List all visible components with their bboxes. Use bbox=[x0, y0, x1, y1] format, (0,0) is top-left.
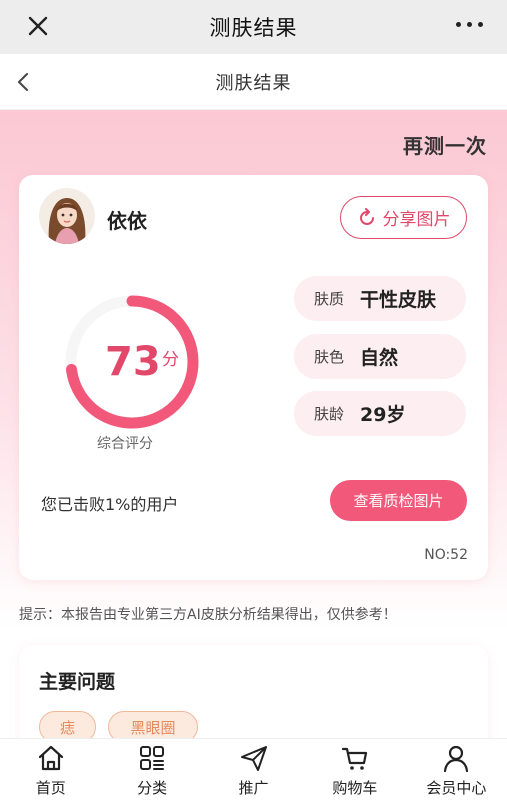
refresh-icon bbox=[359, 207, 374, 225]
page-title: 测肤结果 bbox=[215, 72, 292, 94]
back-arrow-icon[interactable] bbox=[16, 72, 30, 92]
retest-button[interactable]: 再测一次 bbox=[403, 130, 487, 159]
skin-tone-label: 肤色 bbox=[314, 348, 345, 366]
record-number: NO:52 bbox=[424, 547, 468, 563]
more-icon[interactable] bbox=[456, 22, 483, 27]
send-icon bbox=[240, 746, 267, 771]
skin-type-pill: 肤质 干性皮肤 bbox=[294, 276, 466, 321]
tab-category-label: 分类 bbox=[137, 779, 168, 797]
tab-category[interactable]: 分类 bbox=[101, 739, 202, 805]
main-issues-card: 主要问题 痣 黑眼圈 bbox=[19, 645, 488, 738]
skin-type-label: 肤质 bbox=[314, 290, 345, 308]
result-content: 再测一次 依依 分享图片 73 分 综合评分 肤质 干性皮肤 肤色 自然 肤龄 … bbox=[0, 110, 507, 738]
main-issues-title: 主要问题 bbox=[39, 671, 116, 693]
result-card: 依依 分享图片 73 分 综合评分 肤质 干性皮肤 肤色 自然 肤龄 29岁 您… bbox=[19, 175, 488, 580]
tab-cart-label: 购物车 bbox=[332, 779, 378, 797]
skin-age-pill: 肤龄 29岁 bbox=[294, 391, 466, 436]
skin-age-value: 29岁 bbox=[360, 404, 406, 426]
score-value: 73 bbox=[105, 339, 161, 385]
avatar bbox=[39, 188, 95, 244]
category-icon bbox=[140, 746, 165, 770]
close-icon[interactable] bbox=[24, 12, 52, 40]
tab-home-label: 首页 bbox=[35, 779, 66, 797]
tab-promotion-label: 推广 bbox=[238, 779, 269, 797]
tab-member-center-label: 会员中心 bbox=[426, 779, 487, 797]
view-check-images-button[interactable]: 查看质检图片 bbox=[330, 480, 467, 521]
share-image-button[interactable]: 分享图片 bbox=[340, 196, 467, 239]
home-icon bbox=[38, 745, 63, 771]
tab-home[interactable]: 首页 bbox=[0, 739, 101, 805]
cart-icon bbox=[341, 747, 368, 770]
skin-type-value: 干性皮肤 bbox=[360, 289, 437, 311]
page-header: 测肤结果 bbox=[0, 54, 507, 110]
tab-cart[interactable]: 购物车 bbox=[304, 739, 405, 805]
skin-tone-value: 自然 bbox=[360, 347, 399, 369]
bottom-tab-bar: 首页 分类 推广 购物车 会员中心 bbox=[0, 738, 507, 805]
wechat-title: 测肤结果 bbox=[209, 16, 298, 40]
share-image-label: 分享图片 bbox=[382, 210, 451, 230]
user-name: 依依 bbox=[107, 209, 147, 233]
tab-promotion[interactable]: 推广 bbox=[203, 739, 304, 805]
issue-tag: 痣 bbox=[39, 711, 96, 738]
user-icon bbox=[444, 745, 469, 773]
score-unit: 分 bbox=[162, 350, 179, 370]
issue-tag: 黑眼圈 bbox=[108, 711, 198, 738]
tab-member-center[interactable]: 会员中心 bbox=[406, 739, 507, 805]
skin-tone-pill: 肤色 自然 bbox=[294, 334, 466, 379]
wechat-title-bar: 测肤结果 bbox=[0, 0, 507, 54]
skin-age-label: 肤龄 bbox=[314, 405, 345, 423]
disclaimer-tip: 提示：本报告由专业第三方AI皮肤分析结果得出，仅供参考！ bbox=[19, 607, 397, 623]
beat-percent-text: 您已击败1%的用户 bbox=[41, 495, 179, 514]
score-caption: 综合评分 bbox=[97, 436, 153, 452]
